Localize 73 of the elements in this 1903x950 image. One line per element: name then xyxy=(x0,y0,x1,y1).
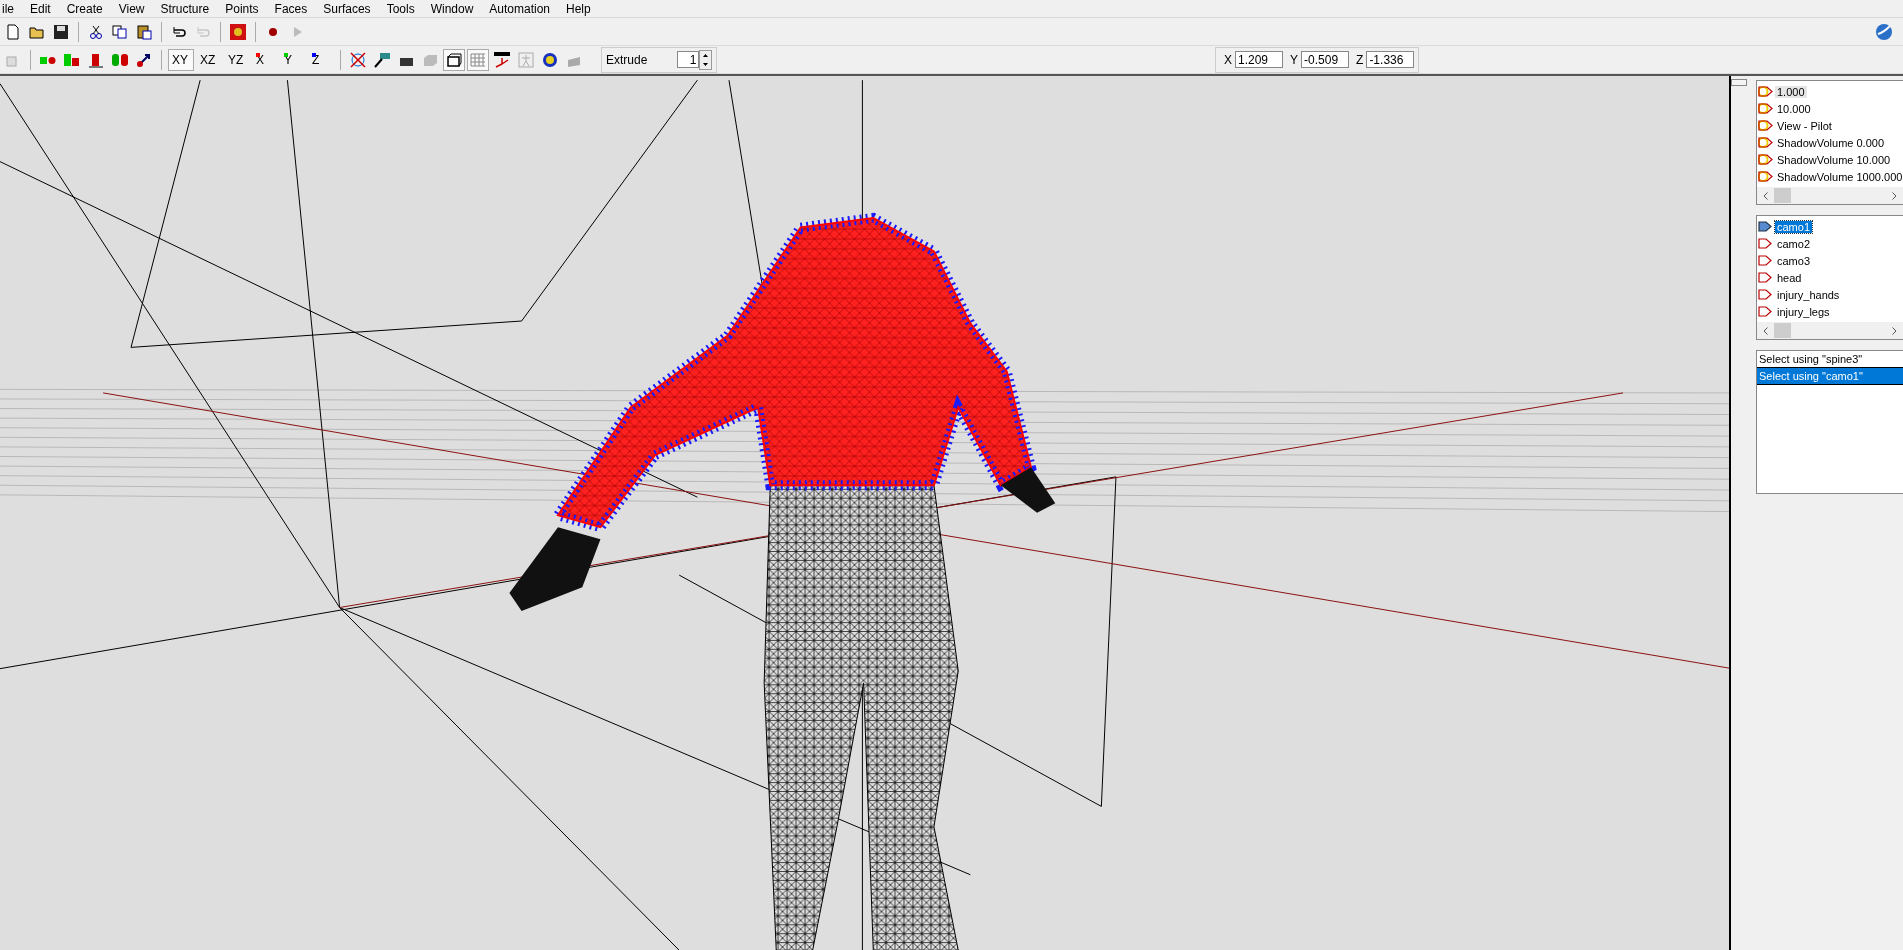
normals-icon[interactable] xyxy=(493,51,511,68)
menu-item[interactable]: Automation xyxy=(489,1,551,16)
coordinate-field[interactable]: 1.209 xyxy=(1235,51,1283,68)
ring-arrow-icon xyxy=(1758,85,1773,98)
extrude-spin-field[interactable]: 1 xyxy=(677,51,700,68)
menu-item[interactable]: Edit xyxy=(30,1,51,16)
selection-item[interactable]: injury_hands xyxy=(1775,288,1842,301)
lod-item[interactable]: ShadowVolume 0.000 xyxy=(1775,136,1887,149)
globe-icon[interactable] xyxy=(1875,22,1893,41)
menu-item[interactable]: Tools xyxy=(386,1,415,16)
coordinate-label: Y xyxy=(1290,52,1299,67)
box-icon[interactable] xyxy=(445,51,463,68)
menu-item[interactable]: Faces xyxy=(274,1,308,16)
coordinate-label: X xyxy=(1224,52,1232,67)
bar-icon[interactable] xyxy=(87,51,105,68)
menu-item[interactable]: Surfaces xyxy=(323,1,371,16)
ring-arrow-icon xyxy=(1758,153,1773,166)
axis-button[interactable]: YZ xyxy=(224,48,250,71)
viewport-3d[interactable] xyxy=(0,76,1731,950)
arrow-tool-icon[interactable] xyxy=(373,51,391,68)
selection-item[interactable]: camo2 xyxy=(1775,237,1813,250)
ring-arrow-icon xyxy=(1758,136,1773,149)
gear-icon[interactable] xyxy=(541,51,559,68)
named-selection-item[interactable]: Select using "camo1" xyxy=(1757,367,1903,385)
menu-item[interactable]: Window xyxy=(430,1,474,16)
ring-arrow-icon xyxy=(1758,102,1773,115)
coordinate-field[interactable]: -1.336 xyxy=(1366,51,1415,68)
axis-button[interactable]: XY xyxy=(168,48,194,71)
lod-item[interactable]: View - Pilot xyxy=(1775,119,1834,132)
selection-item[interactable]: head xyxy=(1775,271,1804,284)
extrude-label: Extrude xyxy=(606,52,648,67)
emblem-icon[interactable] xyxy=(230,23,246,40)
menu-item[interactable]: Structure xyxy=(160,1,210,16)
scissors-icon[interactable] xyxy=(88,23,104,40)
lod-item[interactable]: ShadowVolume 10.000 xyxy=(1775,153,1893,166)
axis-button[interactable]: XZ xyxy=(196,48,222,71)
menu-item[interactable]: ile xyxy=(2,1,14,16)
menu-item[interactable]: Points xyxy=(225,1,259,16)
ring-arrow-icon xyxy=(1758,119,1773,132)
scroll-left-icon[interactable] xyxy=(1763,326,1768,335)
new-document-icon[interactable] xyxy=(5,23,21,40)
lod-item[interactable]: ShadowVolume 1000.000 xyxy=(1775,170,1903,183)
lod-item[interactable]: 10.000 xyxy=(1775,102,1813,115)
scrollbar-thumb[interactable] xyxy=(1774,323,1791,338)
ring-arrow-icon xyxy=(1758,170,1773,183)
menu-item[interactable]: Help xyxy=(566,1,591,16)
arrow-icon xyxy=(1758,288,1773,301)
scroll-right-icon[interactable] xyxy=(1892,191,1897,200)
horizontal-scrollbar[interactable] xyxy=(1757,322,1903,339)
scrollbar-thumb[interactable] xyxy=(1774,188,1791,203)
named-selection-item[interactable]: Select using "spine3" xyxy=(1757,351,1903,367)
selection-item[interactable]: camo1 xyxy=(1775,220,1813,233)
arrow-tool-icon[interactable] xyxy=(135,51,153,68)
arrow-icon xyxy=(1758,237,1773,250)
crossed-circle-icon[interactable] xyxy=(349,51,367,68)
coordinate-label: Z xyxy=(1356,52,1364,67)
arrow-icon xyxy=(1758,271,1773,284)
menu-item[interactable]: Create xyxy=(66,1,103,16)
copy-icon[interactable] xyxy=(112,23,128,40)
clipboard-icon[interactable] xyxy=(136,23,152,40)
selection-item[interactable]: camo3 xyxy=(1775,254,1813,267)
selection-item[interactable]: injury_legs xyxy=(1775,305,1832,318)
arrow-icon xyxy=(1758,254,1773,267)
cylinders-icon[interactable] xyxy=(111,51,129,68)
menu-item[interactable]: View xyxy=(118,1,145,16)
bars-icon[interactable] xyxy=(63,51,81,68)
arrow-icon xyxy=(1758,305,1773,318)
arrow-icon xyxy=(1758,220,1773,233)
scroll-left-icon[interactable] xyxy=(1763,191,1768,200)
horizontal-scrollbar[interactable] xyxy=(1757,187,1903,204)
panel-toggle-button[interactable] xyxy=(1731,79,1747,86)
scroll-right-icon[interactable] xyxy=(1892,326,1897,335)
coordinate-field[interactable]: -0.509 xyxy=(1301,51,1350,68)
